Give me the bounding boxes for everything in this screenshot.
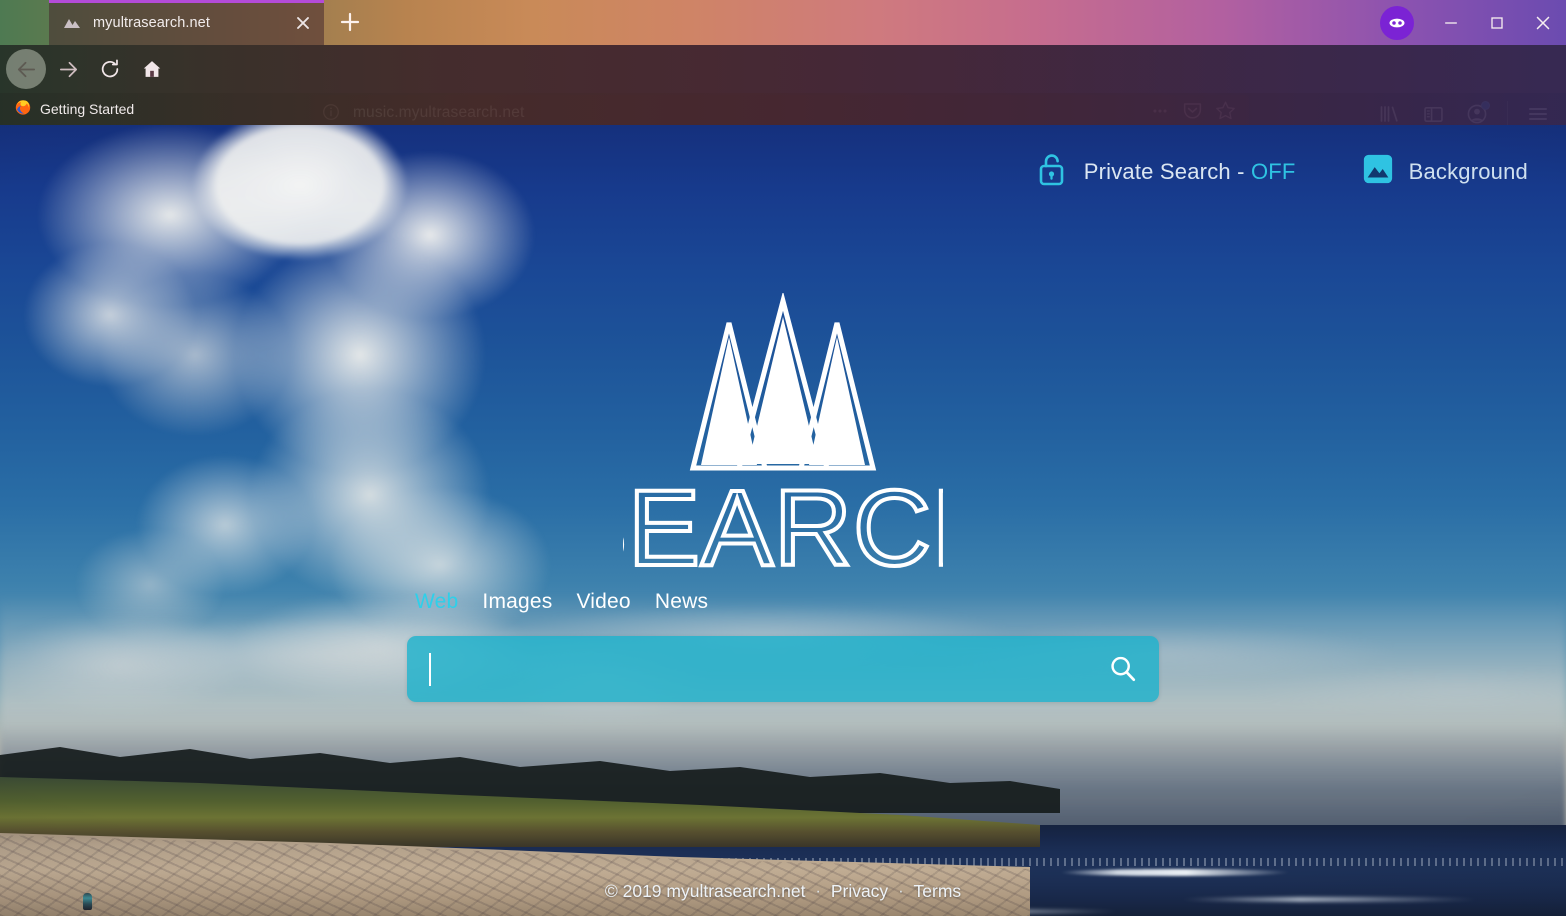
site-logo: SEARCH bbox=[623, 293, 943, 578]
text-caret bbox=[429, 653, 431, 686]
page-content: Private Search - OFF Background EARC Web… bbox=[0, 125, 1566, 916]
magnifier-icon bbox=[1111, 656, 1136, 682]
back-button[interactable] bbox=[5, 48, 47, 90]
page-center-column: SEARCH Web Images Video News bbox=[0, 125, 1566, 702]
mountain-favicon bbox=[63, 14, 81, 32]
forward-arrow-icon bbox=[59, 61, 77, 77]
tab-strip: myultrasearch.net bbox=[0, 0, 370, 45]
maximize-button[interactable] bbox=[1474, 0, 1520, 45]
plus-icon bbox=[340, 12, 360, 32]
title-bar: myultrasearch.net bbox=[0, 0, 1566, 45]
browser-tab-active[interactable]: myultrasearch.net bbox=[49, 0, 324, 45]
reload-button[interactable] bbox=[89, 48, 131, 90]
firefox-icon bbox=[14, 98, 32, 121]
footer-privacy-link[interactable]: Privacy bbox=[831, 881, 888, 902]
search-bar[interactable] bbox=[407, 636, 1159, 702]
new-tab-button[interactable] bbox=[330, 2, 370, 42]
home-icon bbox=[143, 61, 161, 77]
mountain-logo-icon: SEARCH bbox=[623, 293, 943, 578]
back-arrow-icon bbox=[17, 61, 35, 77]
minimize-button[interactable] bbox=[1428, 0, 1474, 45]
footer-terms-link[interactable]: Terms bbox=[914, 881, 962, 902]
tab-video[interactable]: Video bbox=[576, 590, 654, 614]
tab-images[interactable]: Images bbox=[482, 590, 576, 614]
forward-button[interactable] bbox=[47, 48, 89, 90]
footer-separator: · bbox=[815, 882, 821, 900]
footer-separator: · bbox=[898, 882, 904, 900]
logo-wordmark: SEARCH bbox=[623, 467, 943, 578]
window-controls bbox=[1380, 0, 1566, 45]
home-button[interactable] bbox=[131, 48, 173, 90]
window-close-button[interactable] bbox=[1520, 0, 1566, 45]
bookmarks-toolbar: Getting Started bbox=[0, 93, 1566, 125]
bookmark-label: Getting Started bbox=[40, 101, 135, 117]
page-footer: © 2019 myultrasearch.net · Privacy · Ter… bbox=[0, 881, 1566, 902]
close-icon bbox=[1536, 16, 1550, 29]
background-photo-wave bbox=[1060, 869, 1290, 876]
navigation-toolbar: music.myultrasearch.net bbox=[0, 45, 1566, 131]
search-input[interactable] bbox=[407, 636, 1087, 702]
tab-web[interactable]: Web bbox=[415, 590, 482, 614]
close-icon[interactable] bbox=[292, 12, 314, 34]
maximize-icon bbox=[1491, 16, 1503, 29]
tab-news[interactable]: News bbox=[655, 590, 732, 614]
reload-icon bbox=[101, 59, 119, 78]
bookmark-getting-started[interactable]: Getting Started bbox=[14, 98, 134, 121]
tab-title: myultrasearch.net bbox=[93, 14, 210, 31]
search-category-tabs: Web Images Video News bbox=[407, 590, 1159, 614]
footer-copyright: © 2019 myultrasearch.net bbox=[604, 881, 806, 901]
minimize-icon bbox=[1445, 21, 1457, 24]
mask-icon[interactable] bbox=[1380, 5, 1414, 40]
search-submit-button[interactable] bbox=[1087, 636, 1159, 702]
